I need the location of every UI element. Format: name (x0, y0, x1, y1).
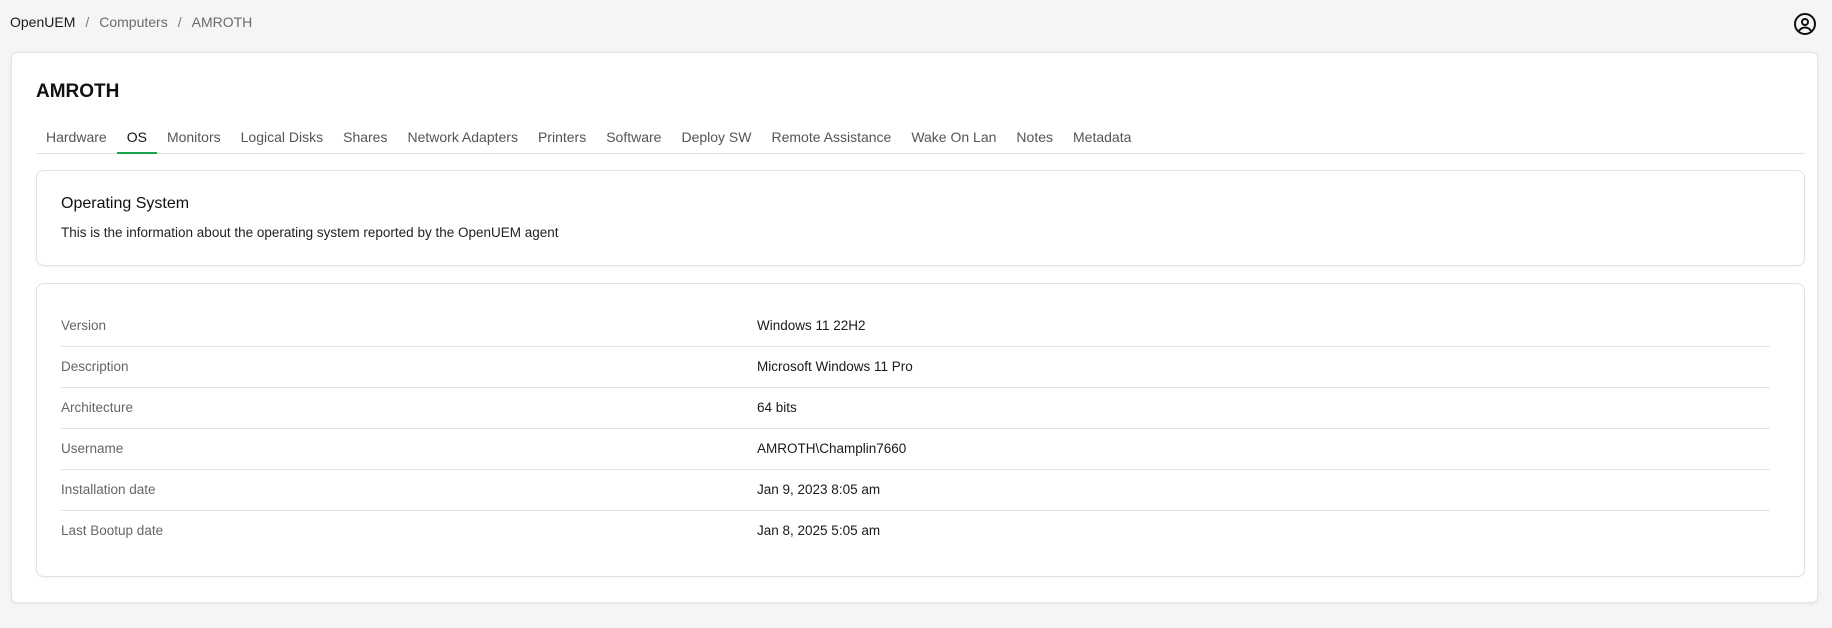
detail-row-version: Version Windows 11 22H2 (61, 306, 1770, 347)
detail-value: 64 bits (757, 400, 797, 415)
tab-shares[interactable]: Shares (333, 122, 397, 154)
os-details-list: Version Windows 11 22H2 Description Micr… (61, 306, 1770, 552)
detail-value: Jan 8, 2025 5:05 am (757, 523, 881, 538)
detail-label: Version (61, 318, 107, 333)
tab-hardware[interactable]: Hardware (36, 122, 117, 154)
detail-row-installation-date: Installation date Jan 9, 2023 8:05 am (61, 470, 1770, 511)
breadcrumb-separator: / (85, 14, 90, 30)
tab-wake-on-lan[interactable]: Wake On Lan (901, 122, 1006, 154)
tab-deploy-sw[interactable]: Deploy SW (671, 122, 761, 154)
top-bar: OpenUEM / Computers / AMROTH (0, 0, 1832, 46)
tab-monitors[interactable]: Monitors (157, 122, 231, 154)
breadcrumb: OpenUEM / Computers / AMROTH (10, 14, 252, 30)
os-details-card: Version Windows 11 22H2 Description Micr… (36, 283, 1805, 577)
breadcrumb-current: AMROTH (191, 14, 253, 30)
detail-row-last-bootup-date: Last Bootup date Jan 8, 2025 5:05 am (61, 511, 1770, 552)
tab-printers[interactable]: Printers (528, 122, 596, 154)
section-title: Operating System (61, 195, 190, 212)
detail-value: AMROTH\Champlin7660 (757, 441, 907, 456)
tab-network-adapters[interactable]: Network Adapters (397, 122, 528, 154)
tab-logical-disks[interactable]: Logical Disks (231, 122, 333, 154)
user-circle-icon[interactable] (1793, 12, 1817, 36)
detail-label: Description (61, 359, 129, 374)
detail-row-architecture: Architecture 64 bits (61, 388, 1770, 429)
detail-row-description: Description Microsoft Windows 11 Pro (61, 347, 1770, 388)
detail-label: Username (61, 441, 124, 456)
tab-bar: Hardware OS Monitors Logical Disks Share… (36, 122, 1805, 154)
breadcrumb-separator: / (177, 14, 182, 30)
tab-remote-assistance[interactable]: Remote Assistance (761, 122, 901, 154)
tab-os[interactable]: OS (116, 122, 157, 154)
detail-label: Architecture (61, 400, 134, 415)
detail-value: Jan 9, 2023 8:05 am (757, 482, 881, 497)
detail-label: Installation date (61, 482, 156, 497)
computer-detail-card: AMROTH Hardware OS Monitors Logical Disk… (11, 52, 1818, 603)
tab-metadata[interactable]: Metadata (1063, 122, 1141, 154)
os-info-card: Operating System This is the information… (36, 170, 1805, 266)
breadcrumb-computers-link[interactable]: Computers (99, 14, 167, 30)
page-title: AMROTH (36, 81, 120, 102)
detail-row-username: Username AMROTH\Champlin7660 (61, 429, 1770, 470)
tab-notes[interactable]: Notes (1006, 122, 1063, 154)
detail-value: Windows 11 22H2 (757, 318, 866, 333)
tab-software[interactable]: Software (596, 122, 671, 154)
detail-value: Microsoft Windows 11 Pro (757, 359, 913, 374)
section-description: This is the information about the operat… (61, 225, 559, 240)
detail-label: Last Bootup date (61, 523, 164, 538)
breadcrumb-home-link[interactable]: OpenUEM (10, 14, 75, 30)
